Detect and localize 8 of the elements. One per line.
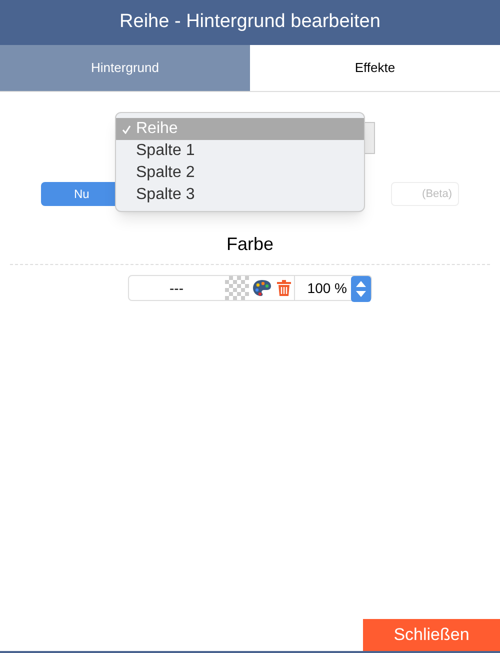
option-label: Reihe xyxy=(136,119,178,139)
option-label: Spalte 1 xyxy=(136,141,195,161)
dropdown-option[interactable]: Spalte 2 xyxy=(116,162,364,184)
window-title: Reihe - Hintergrund bearbeiten xyxy=(0,0,500,45)
dropdown-option[interactable]: Spalte 1 xyxy=(116,140,364,162)
section-heading: Farbe xyxy=(226,233,274,256)
checkmark-icon xyxy=(122,124,130,134)
option-label: Spalte 2 xyxy=(136,163,195,183)
